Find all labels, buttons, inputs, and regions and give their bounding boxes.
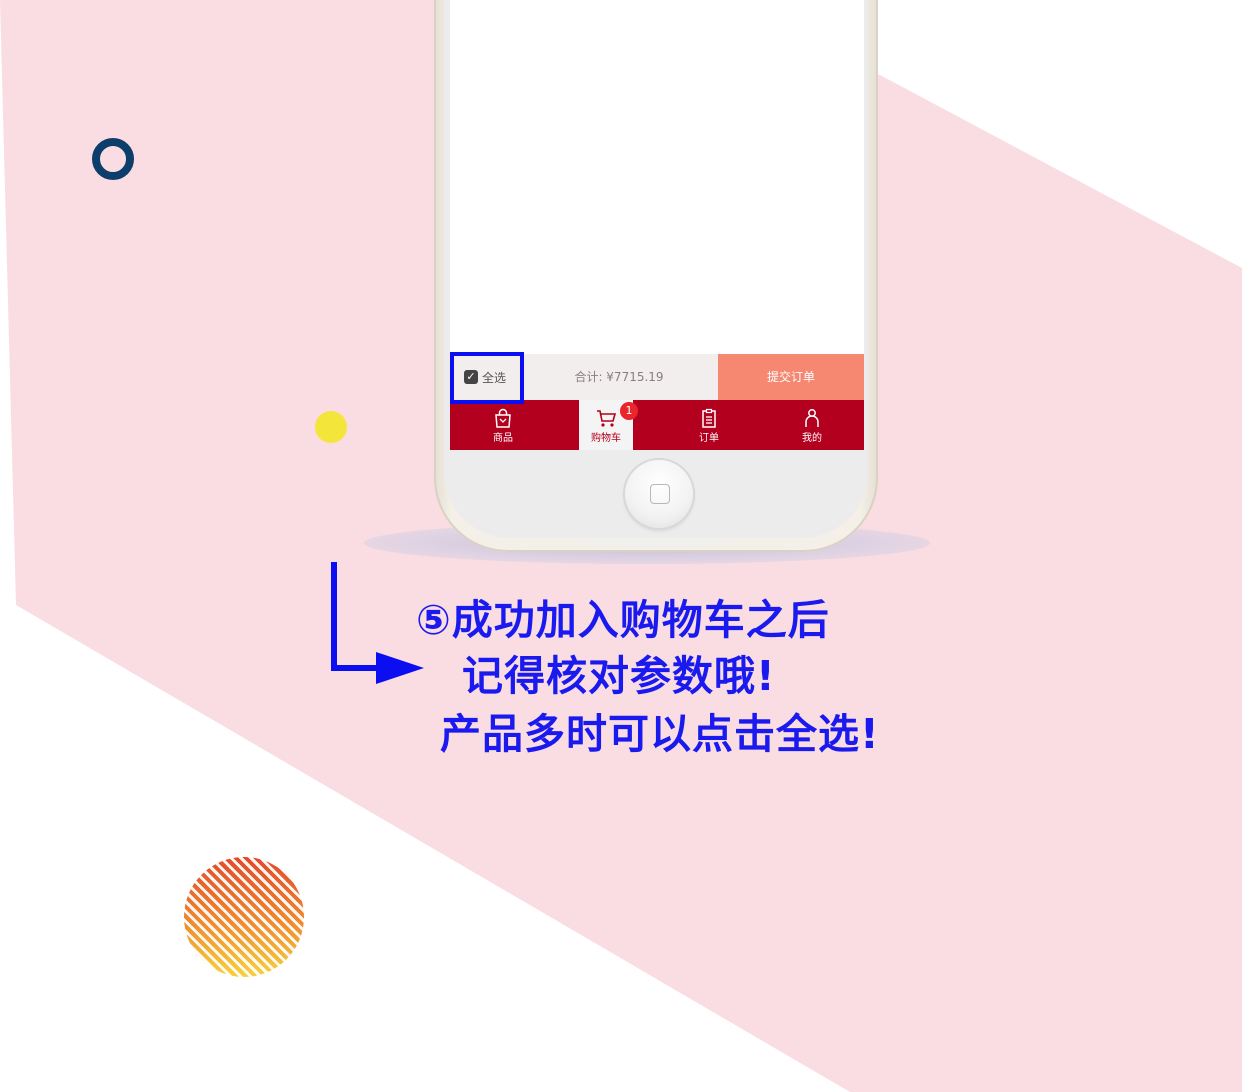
submit-order-button[interactable]: 提交订单: [718, 354, 864, 400]
tab-profile-label: 我的: [802, 433, 822, 444]
select-all-highlight-box: [450, 352, 524, 404]
caption-line-3: 产品多时可以点击全选!: [440, 710, 880, 758]
caption-line-2: 记得核对参数哦!: [462, 652, 776, 700]
shopping-bag-icon: [495, 408, 511, 428]
decorative-striped-circle: [184, 857, 304, 977]
cart-total: 合计: ¥7715.19: [574, 370, 664, 384]
caption-line-1: ⑤成功加入购物车之后: [416, 596, 830, 644]
bottom-tab-bar: 商品 购物车 1 订单 我的: [450, 400, 864, 450]
decorative-ring: [92, 138, 134, 180]
tab-profile[interactable]: 我的: [762, 400, 862, 450]
tab-orders-label: 订单: [699, 433, 719, 444]
tab-orders[interactable]: 订单: [659, 400, 759, 450]
callout-arrow-icon: [331, 562, 424, 684]
tab-products-label: 商品: [493, 433, 513, 444]
clipboard-icon: [702, 408, 716, 428]
tab-cart-label: 购物车: [591, 433, 621, 444]
cart-count-badge: 1: [620, 402, 638, 420]
home-square-icon: [650, 484, 670, 504]
tab-products[interactable]: 商品: [453, 400, 553, 450]
person-icon: [805, 409, 819, 427]
cart-icon: [597, 410, 617, 427]
decorative-yellow-dot: [315, 411, 347, 443]
